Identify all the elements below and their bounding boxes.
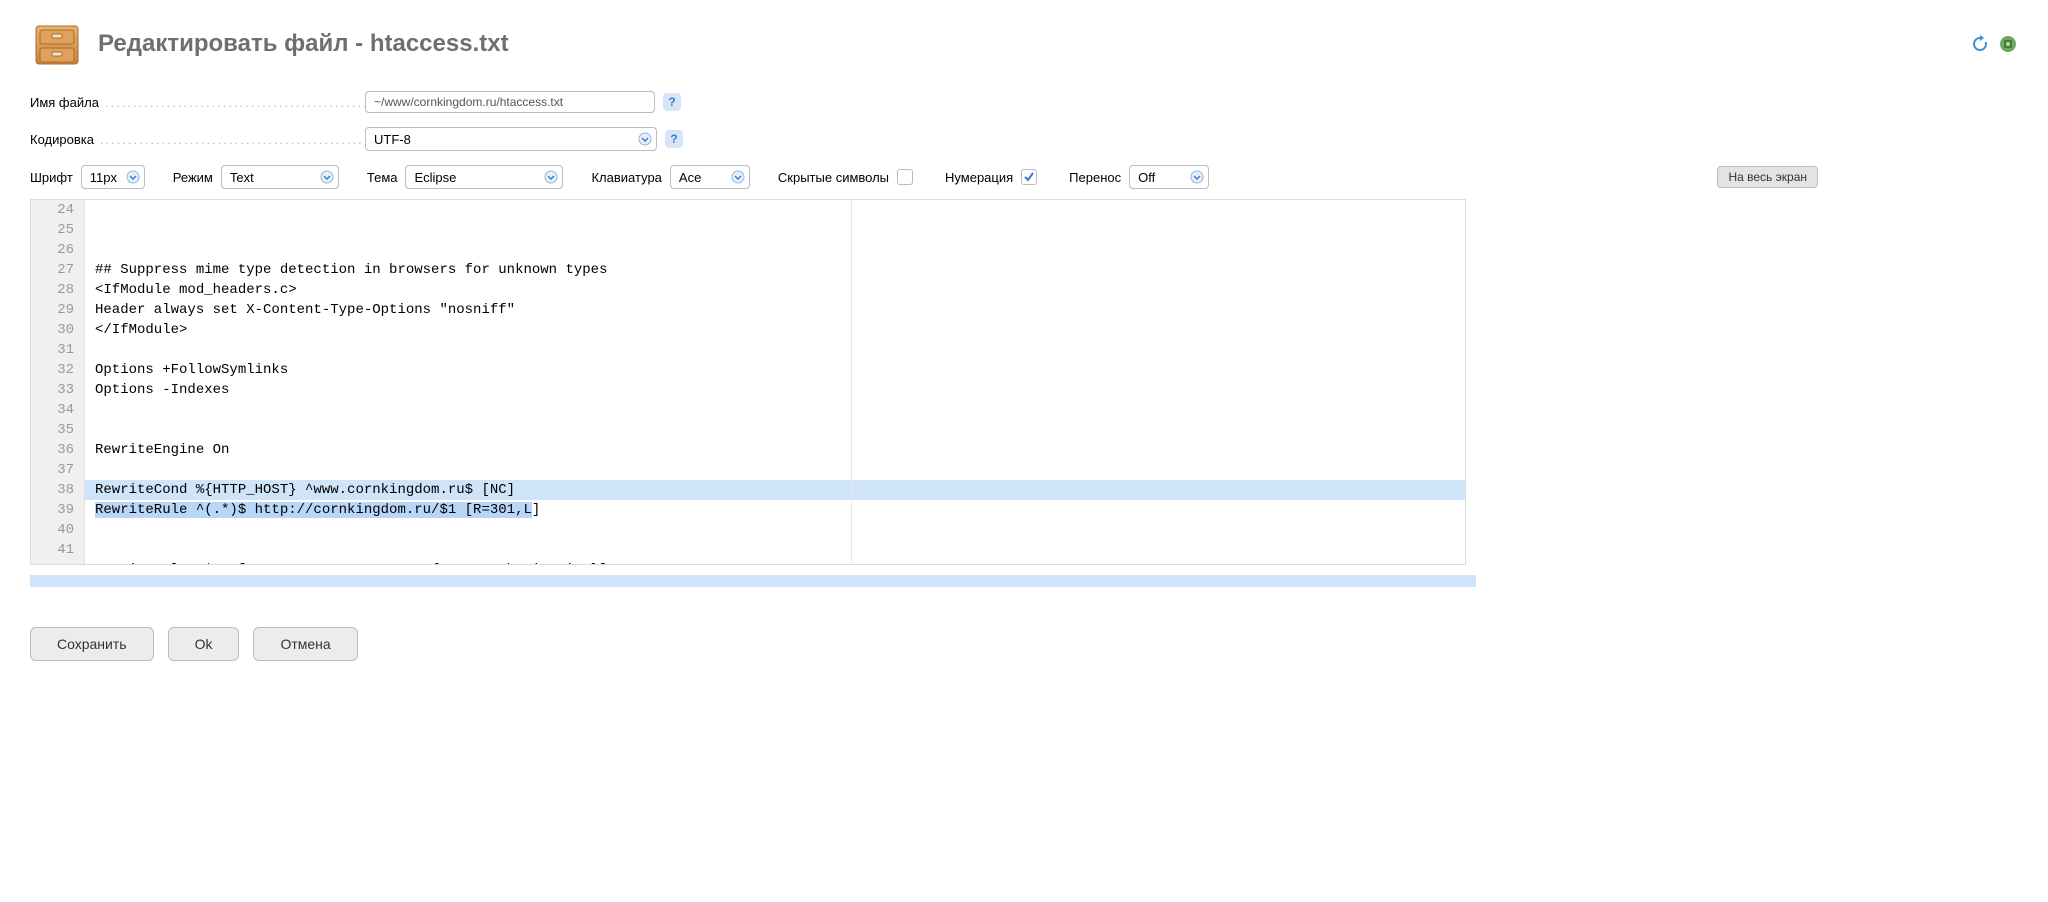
- code-line: ## Suppress mime type detection in brows…: [85, 260, 1465, 280]
- mode-label: Режим: [173, 170, 213, 185]
- hidden-chars-checkbox[interactable]: [897, 169, 913, 185]
- editor-gutter: 242526272829303132333435363738394041: [31, 200, 85, 564]
- editor-scrollbar[interactable]: [30, 575, 1476, 587]
- settings-icon[interactable]: [1998, 34, 2018, 54]
- chevron-down-icon: [320, 170, 334, 184]
- editor-toolbar: Шрифт 11px Режим Text Тема Eclipse Клави…: [30, 165, 2018, 189]
- code-line: Options +FollowSymlinks: [85, 360, 1465, 380]
- keyboard-select[interactable]: Ace: [670, 165, 750, 189]
- chevron-down-icon: [638, 132, 652, 146]
- cancel-button[interactable]: Отмена: [253, 627, 357, 661]
- code-line: RewriteCond %{HTTP_HOST} ^www.cornkingdo…: [85, 480, 1465, 500]
- fullscreen-button[interactable]: На весь экран: [1717, 166, 1818, 188]
- numbering-label: Нумерация: [945, 170, 1013, 185]
- code-line: [85, 400, 1465, 420]
- chevron-down-icon: [126, 170, 140, 184]
- ok-button[interactable]: Ok: [168, 627, 240, 661]
- footer-buttons: Сохранить Ok Отмена: [30, 627, 2018, 661]
- code-line: <IfModule mod_headers.c>: [85, 280, 1465, 300]
- archive-icon: [30, 18, 84, 69]
- header: Редактировать файл - htaccess.txt: [30, 18, 2018, 69]
- keyboard-label: Клавиатура: [591, 170, 661, 185]
- wrap-select[interactable]: Off: [1129, 165, 1209, 189]
- code-line: [85, 460, 1465, 480]
- encoding-select[interactable]: UTF-8: [365, 127, 657, 151]
- code-line: [85, 520, 1465, 540]
- help-icon[interactable]: ?: [663, 93, 681, 111]
- refresh-icon[interactable]: [1970, 34, 1990, 54]
- encoding-label: Кодировка: [30, 132, 365, 147]
- wrap-label: Перенос: [1069, 170, 1121, 185]
- font-select[interactable]: 11px: [81, 165, 145, 189]
- code-line: [85, 540, 1465, 560]
- filename-label: Имя файла: [30, 95, 365, 110]
- code-line: RewriteRule .* - [E=HTTP_AUTHORIZATION:%…: [85, 560, 1465, 564]
- code-line: RewriteEngine On: [85, 440, 1465, 460]
- code-line: [85, 340, 1465, 360]
- theme-select[interactable]: Eclipse: [405, 165, 563, 189]
- mode-select[interactable]: Text: [221, 165, 339, 189]
- code-editor[interactable]: 242526272829303132333435363738394041 ## …: [30, 199, 1466, 565]
- chevron-down-icon: [731, 170, 745, 184]
- page-title: Редактировать файл - htaccess.txt: [98, 30, 509, 58]
- encoding-value: UTF-8: [374, 132, 411, 147]
- chevron-down-icon: [544, 170, 558, 184]
- code-line: RewriteRule ^(.*)$ http://cornkingdom.ru…: [85, 500, 1465, 520]
- code-line: [85, 420, 1465, 440]
- filename-input[interactable]: [365, 91, 655, 113]
- save-button[interactable]: Сохранить: [30, 627, 154, 661]
- code-line: </IfModule>: [85, 320, 1465, 340]
- hidden-chars-label: Скрытые символы: [778, 170, 889, 185]
- print-margin: [851, 200, 852, 564]
- font-label: Шрифт: [30, 170, 73, 185]
- theme-label: Тема: [367, 170, 398, 185]
- editor-code-area[interactable]: ## Suppress mime type detection in brows…: [85, 200, 1465, 564]
- code-line: Header always set X-Content-Type-Options…: [85, 300, 1465, 320]
- numbering-checkbox[interactable]: [1021, 169, 1037, 185]
- chevron-down-icon: [1190, 170, 1204, 184]
- help-icon[interactable]: ?: [665, 130, 683, 148]
- code-line: Options -Indexes: [85, 380, 1465, 400]
